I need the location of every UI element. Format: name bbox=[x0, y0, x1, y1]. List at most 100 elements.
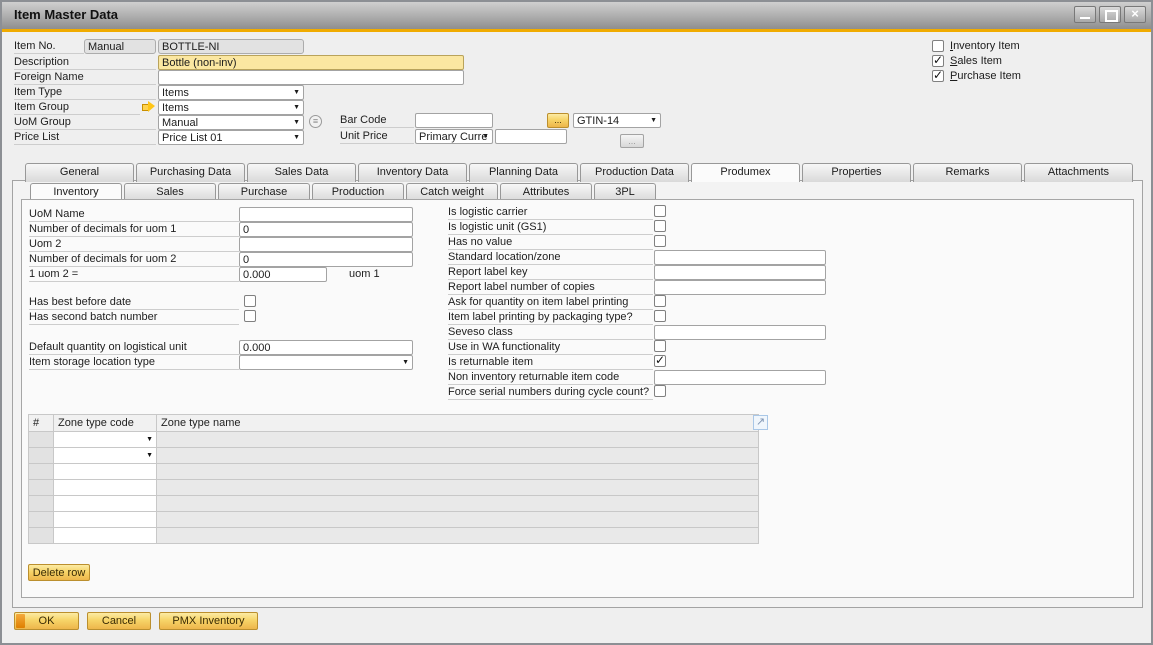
report-label-copies-label: Report label number of copies bbox=[448, 281, 653, 295]
zone-code-cell[interactable] bbox=[54, 464, 157, 480]
decimals-uom1-label: Number of decimals for uom 1 bbox=[29, 223, 239, 237]
unit-price-currency-select[interactable]: Primary Curre bbox=[415, 129, 493, 144]
item-no-field[interactable]: BOTTLE-NI bbox=[158, 39, 304, 54]
zone-code-cell[interactable] bbox=[54, 448, 157, 464]
ok-button[interactable]: OK bbox=[14, 612, 79, 630]
non-inventory-returnable-field[interactable] bbox=[654, 370, 826, 385]
decimals-uom1-field[interactable] bbox=[239, 222, 413, 237]
force-serial-numbers-checkbox[interactable] bbox=[654, 385, 666, 397]
price-list-label: Price List bbox=[14, 131, 156, 145]
standard-location-label: Standard location/zone bbox=[448, 251, 653, 265]
uom1-suffix-label: uom 1 bbox=[349, 268, 380, 281]
inventory-subtab-panel: UoM Name Number of decimals for uom 1 Uo… bbox=[21, 199, 1134, 598]
uom-group-label: UoM Group bbox=[14, 116, 156, 130]
foreign-name-field[interactable] bbox=[158, 70, 464, 85]
unit-price-field[interactable] bbox=[495, 129, 567, 144]
item-type-label: Item Type bbox=[14, 86, 156, 100]
purchase-item-checkbox[interactable] bbox=[932, 70, 944, 82]
bar-code-browse-button[interactable]: ... bbox=[547, 113, 569, 128]
uom-list-icon[interactable]: ≡ bbox=[309, 115, 322, 128]
sales-item-checkbox[interactable] bbox=[932, 55, 944, 67]
uom-equation-field[interactable] bbox=[239, 267, 327, 282]
link-arrow-icon[interactable] bbox=[142, 101, 155, 112]
item-no-label: Item No. bbox=[14, 40, 84, 54]
best-before-checkbox[interactable] bbox=[244, 295, 256, 307]
default-qty-field[interactable] bbox=[239, 340, 413, 355]
window-controls: × bbox=[1074, 6, 1146, 23]
uom-name-field[interactable] bbox=[239, 207, 413, 222]
item-master-data-window: Item Master Data × Item No. Manual BOTTL… bbox=[0, 0, 1153, 645]
table-row bbox=[29, 528, 759, 544]
tab-produmex[interactable]: Produmex bbox=[691, 163, 800, 182]
inventory-item-checkbox[interactable] bbox=[932, 40, 944, 52]
cancel-button[interactable]: Cancel bbox=[87, 612, 151, 630]
tab-purchasing-data[interactable]: Purchasing Data bbox=[136, 163, 245, 182]
standard-location-field[interactable] bbox=[654, 250, 826, 265]
tab-properties[interactable]: Properties bbox=[802, 163, 911, 182]
delete-row-button[interactable]: Delete row bbox=[28, 564, 90, 581]
tab-planning-data[interactable]: Planning Data bbox=[469, 163, 578, 182]
tab-inventory-data[interactable]: Inventory Data bbox=[358, 163, 467, 182]
item-type-select[interactable]: Items bbox=[158, 85, 304, 100]
bar-code-field[interactable] bbox=[415, 113, 493, 128]
logistic-unit-label: Is logistic unit (GS1) bbox=[448, 221, 653, 235]
report-label-key-label: Report label key bbox=[448, 266, 653, 280]
default-qty-label: Default quantity on logistical unit bbox=[29, 341, 239, 355]
table-row bbox=[29, 512, 759, 528]
zone-type-table: # Zone type code Zone type name bbox=[28, 414, 759, 544]
zone-table-header-row: # Zone type code Zone type name bbox=[29, 415, 759, 432]
table-row bbox=[29, 448, 759, 464]
logistic-carrier-checkbox[interactable] bbox=[654, 205, 666, 217]
has-no-value-checkbox[interactable] bbox=[654, 235, 666, 247]
inventory-item-label: Inventory Item bbox=[950, 40, 1020, 53]
price-list-select[interactable]: Price List 01 bbox=[158, 130, 304, 145]
zone-code-cell[interactable] bbox=[54, 496, 157, 512]
second-batch-checkbox[interactable] bbox=[244, 310, 256, 322]
wa-functionality-checkbox[interactable] bbox=[654, 340, 666, 352]
uom-group-select[interactable]: Manual bbox=[158, 115, 304, 130]
seveso-class-field[interactable] bbox=[654, 325, 826, 340]
logistic-unit-checkbox[interactable] bbox=[654, 220, 666, 232]
produmex-subtabstrip: Inventory Sales Purchase Production Catc… bbox=[30, 183, 658, 200]
expand-table-icon[interactable]: ↗ bbox=[753, 415, 768, 430]
tab-attachments[interactable]: Attachments bbox=[1024, 163, 1133, 182]
ask-quantity-checkbox[interactable] bbox=[654, 295, 666, 307]
unit-price-more-button[interactable]: ... bbox=[620, 134, 644, 148]
tab-general[interactable]: General bbox=[25, 163, 134, 182]
minimize-button[interactable] bbox=[1074, 6, 1096, 23]
zone-code-cell[interactable] bbox=[54, 512, 157, 528]
description-label: Description bbox=[14, 56, 156, 70]
zone-code-cell[interactable] bbox=[54, 432, 157, 448]
decimals-uom2-field[interactable] bbox=[239, 252, 413, 267]
bar-code-label: Bar Code bbox=[340, 114, 414, 128]
returnable-item-checkbox[interactable] bbox=[654, 355, 666, 367]
second-batch-label: Has second batch number bbox=[29, 311, 239, 325]
storage-location-type-select[interactable] bbox=[239, 355, 413, 370]
unit-price-label: Unit Price bbox=[340, 130, 414, 144]
tab-production-data[interactable]: Production Data bbox=[580, 163, 689, 182]
maximize-icon bbox=[1105, 10, 1118, 22]
uom2-label: Uom 2 bbox=[29, 238, 239, 252]
item-group-select[interactable]: Items bbox=[158, 100, 304, 115]
item-no-mode-field[interactable]: Manual bbox=[84, 39, 156, 54]
zone-code-cell[interactable] bbox=[54, 480, 157, 496]
purchase-item-label: Purchase Item bbox=[950, 70, 1021, 83]
bar-code-type-select[interactable]: GTIN-14 bbox=[573, 113, 661, 128]
close-button[interactable]: × bbox=[1124, 6, 1146, 23]
label-printing-packaging-checkbox[interactable] bbox=[654, 310, 666, 322]
uom2-field[interactable] bbox=[239, 237, 413, 252]
description-field[interactable]: Bottle (non-inv) bbox=[158, 55, 464, 70]
tab-remarks[interactable]: Remarks bbox=[913, 163, 1022, 182]
label-printing-packaging-label: Item label printing by packaging type? bbox=[448, 311, 653, 325]
zone-col-name-header[interactable]: Zone type name bbox=[157, 415, 759, 432]
report-label-copies-field[interactable] bbox=[654, 280, 826, 295]
tab-sales-data[interactable]: Sales Data bbox=[247, 163, 356, 182]
maximize-button[interactable] bbox=[1099, 6, 1121, 23]
zone-col-code-header[interactable]: Zone type code bbox=[54, 415, 157, 432]
decimals-uom2-label: Number of decimals for uom 2 bbox=[29, 253, 239, 267]
minimize-icon bbox=[1080, 17, 1090, 19]
report-label-key-field[interactable] bbox=[654, 265, 826, 280]
zone-code-cell[interactable] bbox=[54, 528, 157, 544]
pmx-inventory-button[interactable]: PMX Inventory bbox=[159, 612, 258, 630]
titlebar[interactable]: Item Master Data × bbox=[2, 2, 1151, 29]
